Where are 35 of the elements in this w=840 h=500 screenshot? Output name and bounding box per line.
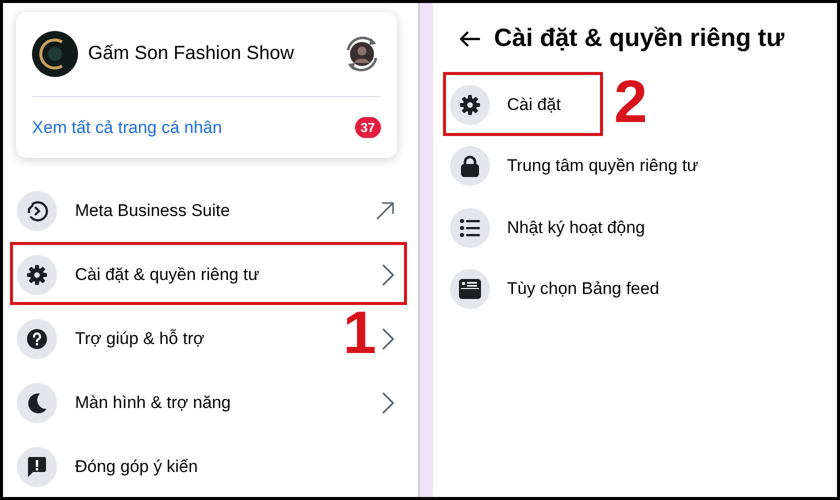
lock-icon — [460, 155, 480, 178]
menu-item-label: Nhật ký hoạt động — [507, 218, 646, 238]
menu-item-label: Màn hình & trợ năng — [75, 393, 232, 413]
gear-icon — [459, 94, 481, 116]
menu-item-label: Cài đặt — [507, 94, 562, 115]
menu-item-label: Trung tâm quyền riêng tư — [507, 156, 700, 176]
help-icon — [26, 328, 48, 350]
external-link-icon — [376, 202, 394, 220]
chevron-right-icon — [382, 328, 394, 350]
menu-item[interactable]: Màn hình & trợ năng — [3, 371, 418, 435]
chevron-right-icon — [382, 392, 394, 414]
page-name: Gấm Son Fashion Show — [88, 43, 295, 65]
menu-item-label: Tùy chọn Bảng feed — [507, 279, 660, 300]
menu-item[interactable]: Trung tâm quyền riêng tư — [433, 136, 837, 197]
feedback-icon — [26, 456, 48, 478]
step-number: 2 — [614, 72, 648, 132]
menu-item-label: Meta Business Suite — [75, 201, 231, 221]
notification-badge: 37 — [354, 117, 381, 138]
page-avatar — [32, 31, 78, 77]
menu-item-label: Trợ giúp & hỗ trợ — [75, 329, 206, 349]
moon-icon — [26, 392, 48, 414]
gear-icon — [26, 264, 48, 286]
chevron-right-icon — [382, 264, 394, 286]
menu-item[interactable]: Nhật ký hoạt động — [433, 197, 837, 258]
menu-item-label: Đóng góp ý kiến — [75, 457, 199, 477]
feed-icon — [459, 279, 481, 300]
menu-item[interactable]: Tùy chọn Bảng feed — [433, 258, 837, 320]
menu-item-label: Cài đặt & quyền riêng tư — [75, 265, 260, 285]
panel-title: Cài đặt & quyền riêng tư — [494, 24, 784, 53]
menu-item[interactable]: Đóng góp ý kiến — [3, 435, 418, 497]
back-arrow-icon[interactable] — [460, 30, 480, 46]
menu-item[interactable]: Meta Business Suite — [3, 179, 418, 243]
list-icon — [460, 218, 480, 237]
see-all-profiles-link[interactable]: Xem tất cả trang cá nhân — [32, 118, 355, 138]
business-suite-icon — [26, 200, 48, 222]
